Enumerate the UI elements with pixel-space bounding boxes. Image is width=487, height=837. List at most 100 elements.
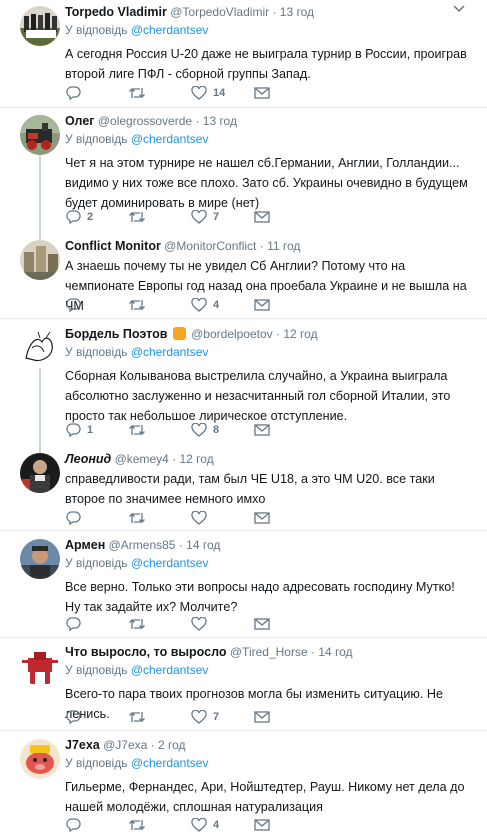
author-name[interactable]: Армен [65,538,105,552]
retweet-button[interactable] [128,86,191,100]
avatar[interactable] [20,115,60,155]
timestamp[interactable]: 12 год [283,327,317,341]
author-name[interactable]: Бордель Поэтов [65,327,167,341]
retweet-button[interactable] [128,423,191,437]
reply-mention[interactable]: @cherdantsev [131,23,209,37]
like-button[interactable]: 14 [191,86,254,100]
avatar[interactable] [20,739,60,779]
timestamp[interactable]: 14 год [186,538,220,552]
reply-prefix: У відповідь [65,663,128,677]
author-handle[interactable]: @MonitorConflict [164,239,256,253]
chevron-down-icon[interactable] [453,4,465,14]
author-handle[interactable]: @J7exa [103,738,147,752]
tweet-actions [65,510,317,526]
separator: · [150,738,155,752]
like-button[interactable]: 4 [191,818,254,832]
separator: · [195,114,200,128]
message-button[interactable] [254,711,317,723]
message-button[interactable] [254,87,317,99]
message-button[interactable] [254,618,317,630]
tweet-1[interactable]: Олег @olegrossoverde · 13 год У відповід… [0,109,487,243]
envelope-icon [254,211,270,223]
reply-button[interactable] [65,298,128,312]
reply-mention[interactable]: @cherdantsev [131,345,209,359]
like-button[interactable]: 8 [191,423,254,437]
author-handle[interactable]: @bordelpoetov [191,327,273,341]
message-button[interactable] [254,819,317,831]
reply-mention[interactable]: @cherdantsev [131,663,209,677]
tweet-2[interactable]: Conflict Monitor @MonitorConflict · 11 г… [0,234,487,319]
author-name[interactable]: Олег [65,114,95,128]
tweet-6[interactable]: Что выросло, то выросло @Tired_Horse · 1… [0,640,487,731]
timestamp[interactable]: 13 год [280,5,314,19]
message-button[interactable] [254,424,317,436]
author-name[interactable]: Torpedo Vladimir [65,5,167,19]
avatar[interactable] [20,453,60,493]
retweet-button[interactable] [128,818,191,832]
reply-mention[interactable]: @cherdantsev [131,756,209,770]
tweet-text: Все верно. Только эти вопросы надо адрес… [65,580,455,614]
author-handle[interactable]: @Armens85 [109,538,176,552]
heart-icon [191,511,207,525]
tweet-actions: 14 [65,85,317,101]
reply-button[interactable] [65,86,128,100]
tweet-4[interactable]: Леонид @kemey4 · 12 год справедливости р… [0,447,487,531]
retweet-button[interactable] [128,210,191,224]
timestamp[interactable]: 2 год [158,738,186,752]
timestamp[interactable]: 12 год [179,452,213,466]
retweet-icon [129,88,145,98]
retweet-button[interactable] [128,617,191,631]
retweet-button[interactable] [128,298,191,312]
like-button[interactable]: 7 [191,710,254,724]
reply-button[interactable] [65,818,128,832]
author-name[interactable]: Что выросло, то выросло [65,645,227,659]
author-handle[interactable]: @Tired_Horse [230,645,308,659]
like-button[interactable] [191,617,254,631]
separator: · [172,452,177,466]
timestamp[interactable]: 14 год [318,645,352,659]
timestamp[interactable]: 11 год [267,239,300,253]
reply-icon [66,298,81,312]
tweet-text: Чет я на этом турнире не нашел сб.Герман… [65,156,468,210]
author-name[interactable]: Conflict Monitor [65,239,161,253]
tweet-text: справедливости ради, там был ЧЕ U18, а э… [65,472,435,506]
heart-icon [191,617,207,631]
author-name[interactable]: J7exa [65,738,100,752]
tweet-actions: 1 8 [65,422,317,438]
reply-button[interactable] [65,617,128,631]
like-button[interactable]: 7 [191,210,254,224]
tweet-7[interactable]: J7exa @J7exa · 2 год У відповідь @cherda… [0,733,487,837]
like-button[interactable]: 4 [191,298,254,312]
avatar[interactable] [20,646,60,686]
reply-button[interactable]: 2 [65,210,128,224]
tweet-5[interactable]: Армен @Armens85 · 14 год У відповідь @ch… [0,533,487,638]
tweet-3[interactable]: Бордель Поэтов @bordelpoetov · 12 год У … [0,322,487,454]
avatar[interactable] [20,539,60,579]
timestamp[interactable]: 13 год [203,114,237,128]
reply-mention[interactable]: @cherdantsev [131,132,209,146]
reply-button[interactable] [65,710,128,724]
reply-mention[interactable]: @cherdantsev [131,556,209,570]
tweet-actions: 4 [65,817,317,833]
reply-prefix: У відповідь [65,23,128,37]
author-name[interactable]: Леонид [65,452,111,466]
message-button[interactable] [254,512,317,524]
retweet-button[interactable] [128,511,191,525]
avatar[interactable] [20,6,60,46]
reply-button[interactable] [65,511,128,525]
avatar[interactable] [20,240,60,280]
like-button[interactable] [191,511,254,525]
reply-button[interactable]: 1 [65,423,128,437]
avatar[interactable] [20,328,60,368]
message-button[interactable] [254,211,317,223]
retweet-icon [129,300,145,310]
reply-context: У відповідь @cherdantsev [65,555,473,571]
retweet-button[interactable] [128,710,191,724]
author-handle[interactable]: @olegrossoverde [98,114,192,128]
retweet-icon [129,619,145,629]
tweet-0[interactable]: Torpedo Vladimir @TorpedoVladimir · 13 г… [0,0,487,108]
message-button[interactable] [254,299,317,311]
author-handle[interactable]: @TorpedoVladimir [170,5,269,19]
thread-line [39,155,41,243]
author-handle[interactable]: @kemey4 [115,452,169,466]
